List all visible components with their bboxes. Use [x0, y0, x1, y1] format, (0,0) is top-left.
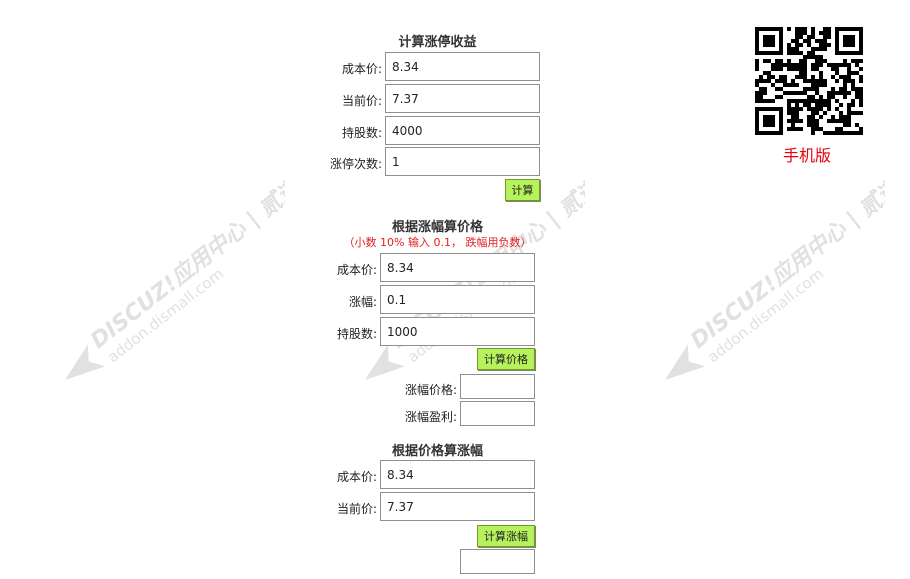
rise-shares-input[interactable] [380, 317, 535, 346]
section1-title: 计算涨停收益 [398, 35, 477, 50]
rise-pct-input[interactable] [380, 285, 535, 314]
section2-note: （小数 10% 输入 0.1， 跌幅用负数） [343, 236, 532, 249]
calculate-button[interactable]: 计算 [505, 179, 540, 201]
current-price-input[interactable] [385, 84, 540, 113]
qr-finder [763, 35, 775, 47]
qr-finder [843, 35, 855, 47]
pct-current-input[interactable] [380, 492, 535, 521]
rise-price-result[interactable] [460, 374, 535, 399]
watermark-left: DISCUZ!应用中心 | 贰道 addon.dismall.com [65, 180, 285, 380]
rise-profit-result[interactable] [460, 401, 535, 426]
limit-up-times-input[interactable] [385, 147, 540, 176]
calculate-rise-button[interactable]: 计算涨幅 [477, 525, 535, 547]
limit-up-times-label: 涨停次数: [329, 157, 382, 171]
pct-current-label: 当前价: [336, 502, 377, 516]
watermark-sub-left: addon.dismall.com [104, 265, 227, 367]
section2-title: 根据涨幅算价格 [391, 220, 483, 235]
shares-input[interactable] [385, 116, 540, 145]
watermark-text-right: DISCUZ!应用中心 | 贰道 [686, 180, 885, 354]
qr-code-icon [755, 27, 863, 135]
rise-result-output[interactable] [460, 549, 535, 574]
rise-profit-result-label: 涨幅盈利: [404, 410, 457, 424]
mobile-version-label[interactable]: 手机版 [783, 142, 831, 166]
rise-price-result-label: 涨幅价格: [404, 383, 457, 397]
current-price-label: 当前价: [341, 94, 382, 108]
watermark-text-left: DISCUZ!应用中心 | 贰道 [86, 180, 285, 354]
calculate-price-button[interactable]: 计算价格 [477, 348, 535, 370]
rise-pct-label: 涨幅: [348, 295, 377, 309]
pct-cost-label: 成本价: [336, 470, 377, 484]
pct-cost-input[interactable] [380, 460, 535, 489]
watermark-right: DISCUZ!应用中心 | 贰道 addon.dismall.com [665, 180, 885, 380]
cost-label: 成本价: [341, 62, 382, 76]
rise-shares-label: 持股数: [336, 327, 377, 341]
watermark-sub-right: addon.dismall.com [704, 265, 827, 367]
qr-finder [763, 115, 775, 127]
shares-label: 持股数: [341, 126, 382, 140]
section3-title: 根据价格算涨幅 [391, 444, 483, 459]
rise-cost-input[interactable] [380, 253, 535, 282]
cost-input[interactable] [385, 52, 540, 81]
rise-cost-label: 成本价: [336, 263, 377, 277]
